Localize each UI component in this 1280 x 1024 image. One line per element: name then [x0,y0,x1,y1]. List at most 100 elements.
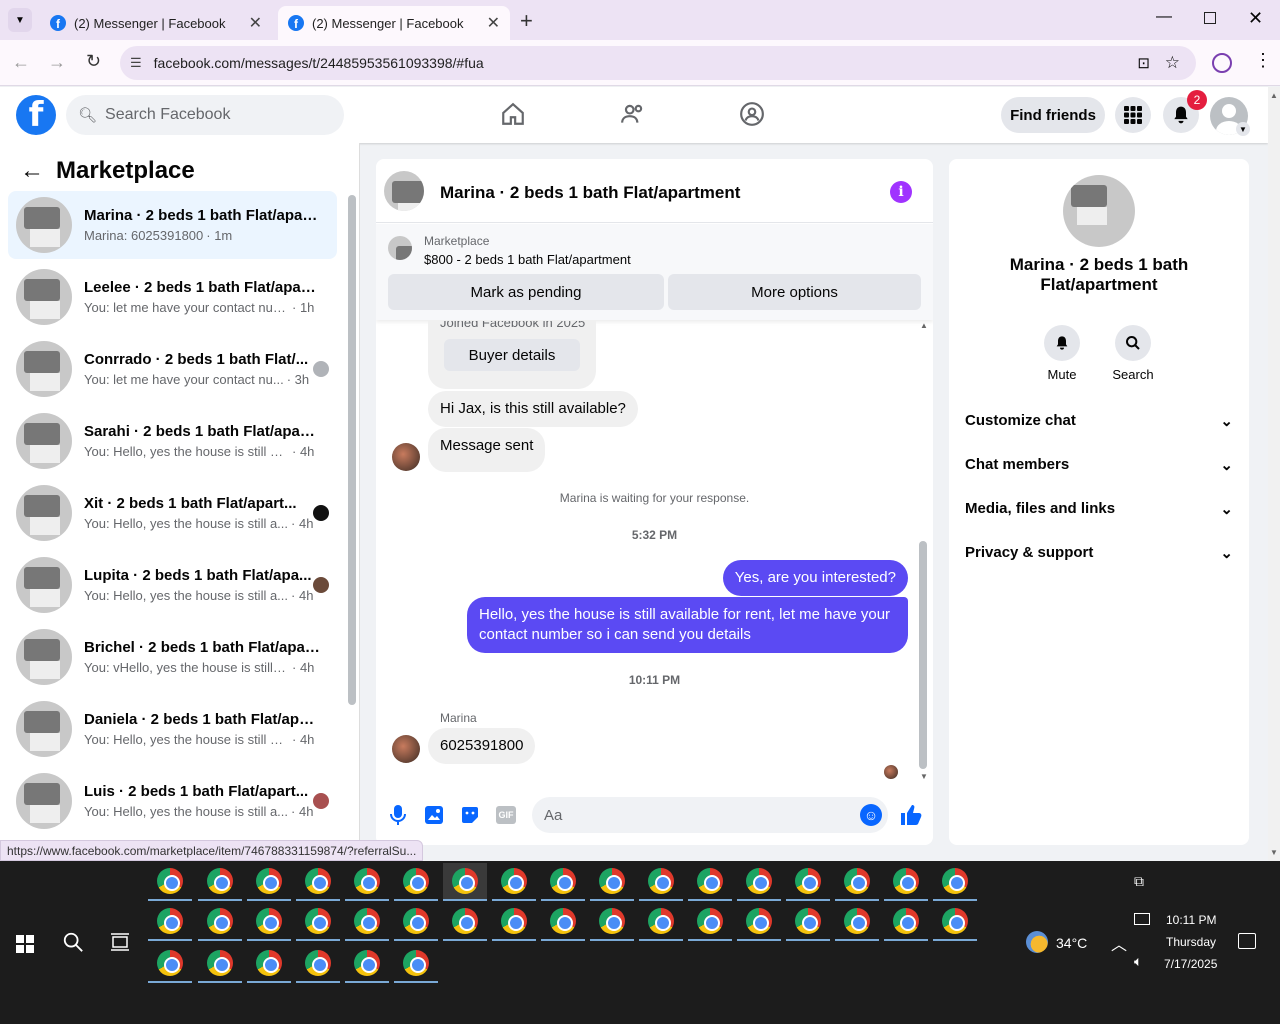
chrome-taskbar-icon[interactable] [296,945,340,983]
info-avatar[interactable] [1063,175,1135,247]
facebook-logo[interactable]: f [16,95,56,135]
chrome-taskbar-icon[interactable] [835,903,879,941]
emoji-icon[interactable]: ☺ [860,804,882,826]
search-input[interactable]: 🔍︎ Search Facebook [66,95,344,135]
privacy-support-section[interactable]: Privacy & support ⌄ [965,544,1233,562]
sticker-icon[interactable] [460,805,480,830]
groups-icon[interactable] [739,101,765,132]
chrome-taskbar-icon[interactable] [345,863,389,901]
find-friends-button[interactable]: Find friends [1001,97,1105,133]
incoming-message[interactable]: Hi Jax, is this still available? [428,391,638,427]
chrome-taskbar-icon[interactable] [639,903,683,941]
search-chat-button[interactable]: Search [1108,325,1158,382]
chat-avatar[interactable] [384,171,424,211]
install-app-icon[interactable]: ⊡ [1137,54,1150,72]
chrome-taskbar-icon[interactable] [688,903,732,941]
gif-icon[interactable]: GIF [496,806,516,824]
chrome-taskbar-icon[interactable] [786,903,830,941]
clock-day[interactable]: Thursday [1166,935,1216,949]
chrome-taskbar-icon[interactable] [933,863,977,901]
chrome-taskbar-icon[interactable] [590,903,634,941]
incoming-message[interactable]: 6025391800 [428,728,536,764]
friends-icon[interactable] [620,101,646,132]
buyer-details-button[interactable]: Buyer details [444,339,580,371]
chrome-taskbar-icon[interactable] [296,903,340,941]
chrome-taskbar-icon[interactable] [884,903,928,941]
chrome-taskbar-icon[interactable] [148,903,192,941]
message-input[interactable]: Aa ☺ [532,797,888,833]
start-windows-icon[interactable] [16,935,34,958]
app-taskbar-icon[interactable] [148,863,192,901]
list-scrollbar[interactable] [348,195,356,705]
contact-avatar[interactable] [392,443,420,471]
tab-search-chevron-icon[interactable]: ▼ [8,8,32,32]
new-tab-icon[interactable]: + [520,8,533,34]
network-icon[interactable] [1134,913,1150,925]
listing-title[interactable]: $800 - 2 beds 1 bath Flat/apartment [424,252,631,267]
clock-date[interactable]: 7/17/2025 [1164,957,1217,971]
chrome-taskbar-icon[interactable] [394,903,438,941]
chrome-taskbar-icon[interactable] [541,903,585,941]
site-info-icon[interactable]: ☰ [130,55,142,71]
conversation-item[interactable]: Lupita · 2 beds 1 bath Flat/apa... You: H… [8,551,337,619]
incoming-message[interactable]: Message sent [428,428,546,472]
media-files-links-section[interactable]: Media, files and links ⌄ [965,500,1233,518]
chrome-taskbar-icon[interactable] [443,903,487,941]
chrome-taskbar-icon[interactable] [148,945,192,983]
volume-icon[interactable]: 🔈︎ [1134,953,1142,970]
omnibox[interactable]: ☰ facebook.com/messages/t/24485953561093… [120,46,1196,80]
bookmark-star-icon[interactable]: ☆ [1165,53,1180,73]
back-arrow-icon[interactable]: ← [20,157,44,185]
chrome-taskbar-icon[interactable] [786,863,830,901]
more-options-button[interactable]: More options [668,274,921,310]
chrome-taskbar-icon[interactable] [541,863,585,901]
chrome-taskbar-icon[interactable] [443,863,487,901]
chrome-taskbar-icon[interactable] [345,903,389,941]
info-icon[interactable]: i [890,181,912,203]
conversation-item[interactable]: Xit · 2 beds 1 bath Flat/apart... You: He… [8,479,337,547]
chrome-taskbar-icon[interactable] [198,903,242,941]
notification-center-icon[interactable] [1238,933,1256,949]
page-scrollbar[interactable]: ▲ ▼ [1268,87,1280,861]
chrome-taskbar-icon[interactable] [639,863,683,901]
minimize-icon[interactable]: — [1156,8,1172,26]
outgoing-message[interactable]: Yes, are you interested? [722,560,908,596]
forward-icon[interactable]: → [48,52,66,73]
outgoing-message[interactable]: Hello, yes the house is still available … [467,597,908,653]
listing-thumbnail[interactable] [388,236,412,260]
mic-icon[interactable] [390,804,406,831]
conversation-item[interactable]: Brichel · 2 beds 1 bath Flat/apart... You… [8,623,337,691]
mute-button[interactable]: Mute [1037,325,1087,382]
conversation-item[interactable]: Sarahi · 2 beds 1 bath Flat/apart... You:… [8,407,337,475]
menu-grid-icon[interactable] [1115,97,1151,133]
chrome-taskbar-icon[interactable] [688,863,732,901]
taskbar-search-icon[interactable] [62,931,84,958]
browser-tab-active[interactable]: f (2) Messenger | Facebook ✕ [278,6,510,40]
chrome-taskbar-icon[interactable] [247,863,291,901]
home-icon[interactable] [500,101,526,132]
task-view-icon[interactable] [110,933,130,956]
url-text[interactable]: facebook.com/messages/t/2448595356109339… [154,55,484,71]
account-chevron-icon[interactable]: ▼ [1236,122,1250,136]
chrome-taskbar-icon[interactable] [933,903,977,941]
conversation-item[interactable]: Daniela · 2 beds 1 bath Flat/apar... You:… [8,695,337,763]
chat-scrollbar[interactable]: ▲ ▼ [919,321,929,781]
browser-menu-icon[interactable]: ⋮ [1254,50,1272,71]
contact-avatar[interactable] [392,735,420,763]
chrome-taskbar-icon[interactable] [737,863,781,901]
conversation-item[interactable]: Leelee · 2 beds 1 bath Flat/apart... You:… [8,263,337,331]
chat-title[interactable]: Marina · 2 beds 1 bath Flat/apartment [440,183,740,203]
chrome-taskbar-icon[interactable] [884,863,928,901]
weather-temp[interactable]: 34°C [1056,935,1087,951]
customize-chat-section[interactable]: Customize chat ⌄ [965,412,1233,430]
like-thumb-icon[interactable] [899,803,923,832]
mark-as-pending-button[interactable]: Mark as pending [388,274,664,310]
profile-icon[interactable] [1212,53,1232,73]
close-tab-icon[interactable]: ✕ [487,13,500,33]
chrome-taskbar-icon[interactable] [492,863,536,901]
close-tab-icon[interactable]: ✕ [249,13,262,33]
chrome-taskbar-icon[interactable] [345,945,389,983]
browser-tab[interactable]: f (2) Messenger | Facebook ✕ [40,6,272,40]
conversation-item[interactable]: Luis · 2 beds 1 bath Flat/apart... You: H… [8,767,337,835]
chrome-taskbar-icon[interactable] [394,945,438,983]
